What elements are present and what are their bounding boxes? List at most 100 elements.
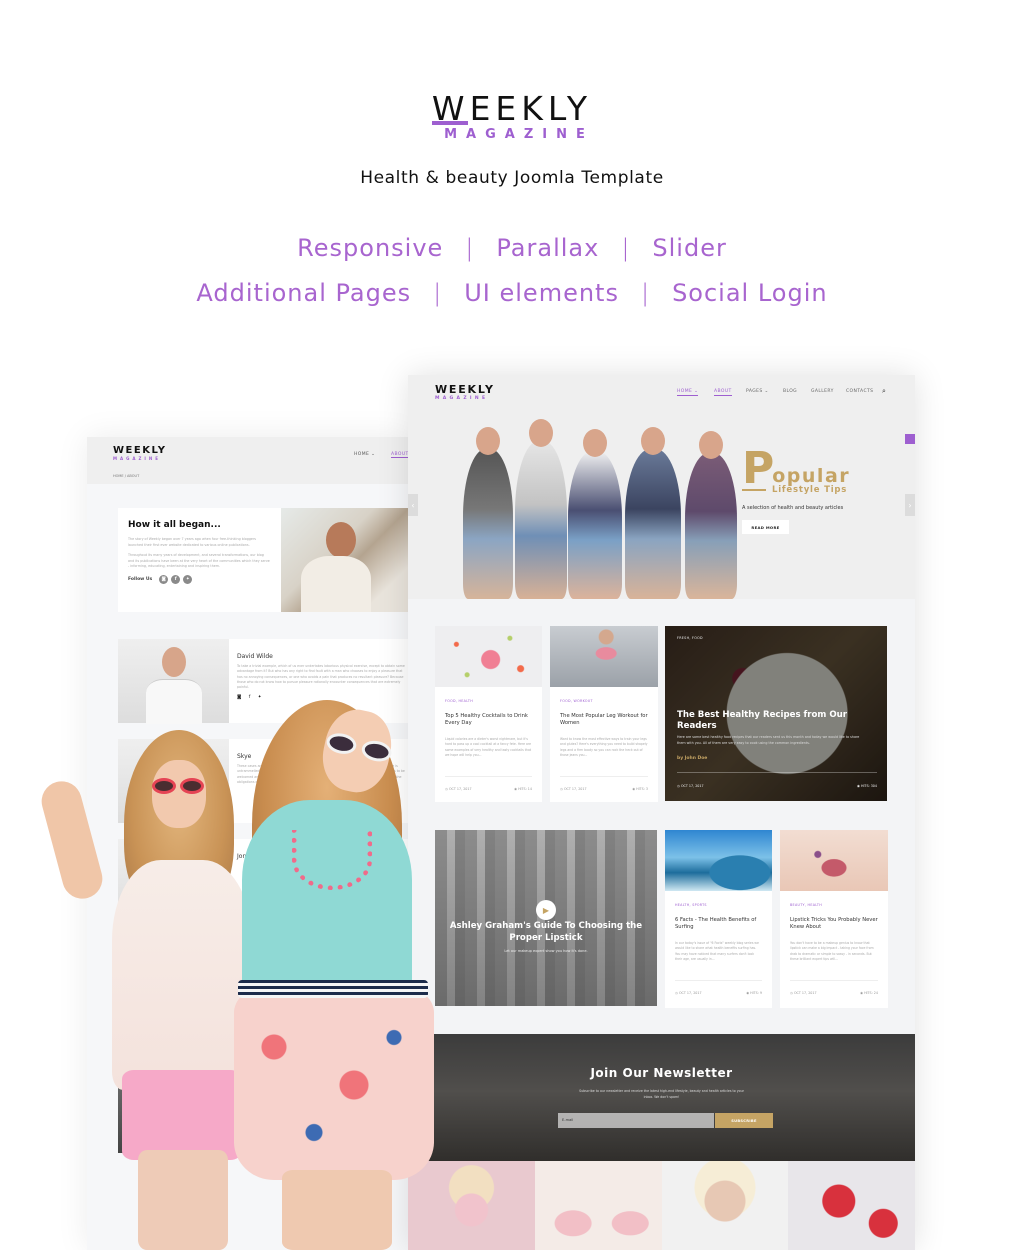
- hero-subtitle-text: Lifestyle Tips: [772, 485, 848, 495]
- nav-pages[interactable]: PAGES ⌄: [746, 389, 769, 394]
- team-member-photo: [118, 639, 229, 724]
- post-card[interactable]: BEAUTY, HEALTH Lipstick Tricks You Proba…: [780, 830, 888, 1008]
- about-title: How it all began...: [128, 520, 221, 530]
- team-member-card: David Wilde To take a trivial example, w…: [118, 639, 410, 724]
- post-category[interactable]: HEALTH, SPORTS: [675, 903, 707, 907]
- post-title[interactable]: 6 Facts - The Health Benefits of Surfing: [675, 917, 764, 931]
- post-hits: ◉ HITS: 9: [746, 991, 762, 995]
- featured-title[interactable]: The Best Healthy Recipes from Our Reader…: [677, 710, 877, 732]
- brand-logo: WEEKLY MAGAZINE: [0, 92, 1024, 142]
- newsletter-title: Join Our Newsletter: [590, 1066, 733, 1080]
- hero-person: [568, 429, 622, 599]
- post-image[interactable]: [780, 830, 888, 891]
- post-excerpt: Liquid calories are a dieter's worst nig…: [445, 737, 532, 758]
- featured-category[interactable]: FRESH, FOOD: [677, 636, 703, 640]
- hero-person: [515, 419, 567, 599]
- play-icon[interactable]: ▶: [536, 900, 556, 920]
- logo-rest: EEKLY: [469, 89, 593, 128]
- hero-person: [625, 427, 681, 599]
- features-row-1: Responsive | Parallax | Slider: [0, 234, 1024, 262]
- slider-prev-arrow[interactable]: ‹: [408, 494, 418, 516]
- newsletter-description: Subscribe to our newsletter and receive …: [579, 1089, 744, 1099]
- divider: [742, 489, 766, 491]
- post-title[interactable]: Lipstick Tricks You Probably Never Knew …: [790, 917, 880, 931]
- post-card[interactable]: FOOD, WORKOUT The Most Popular Leg Worko…: [550, 626, 658, 802]
- nav-blog[interactable]: BLOG: [783, 389, 797, 394]
- divider: [445, 776, 532, 777]
- post-image[interactable]: [435, 626, 542, 687]
- gallery-image[interactable]: [408, 1161, 535, 1250]
- subscribe-button[interactable]: SUBSCRIBE: [715, 1113, 773, 1128]
- post-hits: ◉ HITS: 14: [514, 787, 532, 791]
- video-post[interactable]: ▶ Ashley Graham's Guide To Choosing the …: [435, 830, 657, 1006]
- divider: [560, 776, 648, 777]
- post-excerpt: You don't have to be a makeup genius to …: [790, 941, 874, 962]
- breadcrumb: HOME / ABOUT: [113, 474, 140, 478]
- mini-logo[interactable]: WEEKLY MAGAZINE: [113, 445, 167, 461]
- post-date-text: OCT 17, 2017: [563, 787, 587, 791]
- post-title[interactable]: The Most Popular Leg Workout for Women: [560, 713, 650, 727]
- post-hits-text: HITS: 3: [636, 787, 648, 791]
- team-member-card: Skye These cases are perfectly simple an…: [118, 739, 410, 824]
- post-card[interactable]: HEALTH, SPORTS 6 Facts - The Health Bene…: [665, 830, 772, 1008]
- post-date-text: OCT 17, 2017: [793, 991, 817, 995]
- divider: [677, 772, 877, 773]
- post-category[interactable]: FOOD, WORKOUT: [560, 699, 593, 703]
- visits-stat: 1948 VISITS PER MONTH: [359, 977, 406, 1001]
- mini-logo-bottom: MAGAZINE: [113, 456, 161, 461]
- feature-parallax: Parallax: [496, 234, 600, 262]
- featured-date-text: OCT 17, 2017: [680, 784, 704, 788]
- instagram-gallery: [408, 1161, 915, 1250]
- separator: |: [433, 279, 443, 307]
- video-title[interactable]: Ashley Graham's Guide To Choosing the Pr…: [445, 920, 647, 944]
- gallery-image[interactable]: [788, 1161, 915, 1250]
- team-member-name: Skye: [237, 753, 252, 760]
- site-logo[interactable]: WEEKLY MAGAZINE: [435, 384, 495, 402]
- email-input[interactable]: E-mail: [558, 1113, 714, 1128]
- nav-about[interactable]: ABOUT: [391, 452, 409, 458]
- divider: [675, 980, 762, 981]
- twitter-icon[interactable]: ✦: [183, 574, 193, 584]
- nav-contacts[interactable]: CONTACTS: [846, 389, 873, 394]
- post-image[interactable]: [550, 626, 658, 687]
- nav-about[interactable]: ABOUT: [714, 389, 732, 396]
- gallery-image[interactable]: [661, 1161, 789, 1250]
- nav-home[interactable]: HOME ⌄: [677, 389, 699, 396]
- about-card: How it all began... The story of Weekly …: [118, 508, 281, 612]
- post-image[interactable]: [665, 830, 772, 891]
- stat-label: VISITS PER MONTH: [368, 997, 406, 1001]
- gallery-image[interactable]: [534, 1161, 662, 1250]
- hero-person: [685, 431, 737, 599]
- instagram-icon[interactable]: ◙: [159, 574, 169, 584]
- nav-gallery[interactable]: GALLERY: [811, 389, 834, 394]
- hero-big-letter: P: [742, 443, 775, 494]
- featured-date: ◷ OCT 17, 2017: [677, 784, 704, 788]
- mini-logo-top: WEEKLY: [113, 445, 167, 456]
- post-date: ◷ OCT 17, 2017: [560, 787, 587, 791]
- login-icon[interactable]: [905, 434, 915, 444]
- post-title[interactable]: Top 5 Healthy Cocktails to Drink Every D…: [445, 713, 534, 727]
- read-more-button[interactable]: READ MORE: [742, 520, 789, 534]
- post-date-text: OCT 17, 2017: [448, 787, 472, 791]
- nav-home[interactable]: HOME ⌄: [354, 452, 375, 457]
- featured-post[interactable]: FRESH, FOOD The Best Healthy Recipes fro…: [665, 626, 887, 801]
- features-row-2: Additional Pages | UI elements | Social Logi…: [0, 279, 1024, 307]
- post-card[interactable]: FOOD, HEALTH Top 5 Healthy Cocktails to …: [435, 626, 542, 802]
- newsletter-section: Join Our Newsletter Subscribe to our new…: [408, 1034, 915, 1161]
- facebook-icon[interactable]: f: [171, 574, 181, 584]
- slider-next-arrow[interactable]: ›: [905, 494, 915, 516]
- hero-text: Popular Lifestyle Tips A selection of he…: [742, 443, 850, 534]
- follow-label: Follow Us: [128, 576, 153, 582]
- home-page-preview: WEEKLY MAGAZINE HOME ⌄ ABOUT PAGES ⌄ BLO…: [408, 375, 915, 1250]
- search-icon[interactable]: ⌕: [882, 387, 886, 396]
- team-member-socials[interactable]: ◙ f ✦: [237, 695, 265, 700]
- logo-wordmark: WEEKLY: [0, 92, 1024, 126]
- post-date: ◷ OCT 17, 2017: [790, 991, 817, 995]
- post-category[interactable]: FOOD, HEALTH: [445, 699, 473, 703]
- team-member-photo: [118, 739, 229, 824]
- post-date-text: OCT 17, 2017: [678, 991, 702, 995]
- featured-author[interactable]: by John Doe: [677, 756, 707, 761]
- post-date: ◷ OCT 17, 2017: [445, 787, 472, 791]
- post-hits: ◉ HITS: 3: [632, 787, 648, 791]
- post-category[interactable]: BEAUTY, HEALTH: [790, 903, 822, 907]
